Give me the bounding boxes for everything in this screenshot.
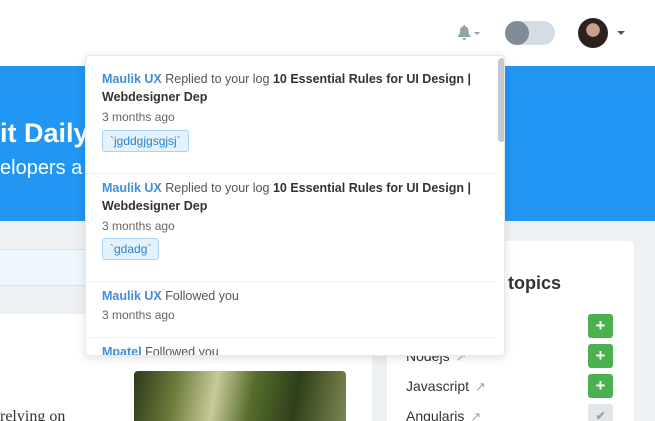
notification-tag[interactable]: `jgddgjgsgjsj` [102,130,189,152]
notification-text: Maulik UX Followed you [102,287,482,305]
hero-subtitle: elopers a [0,157,83,179]
notifications-button[interactable] [455,24,483,42]
notification-user[interactable]: Mpatel [102,345,142,355]
topic-name: Angularjs [406,408,465,421]
notification-item[interactable]: Maulik UX Followed you 3 months ago [86,282,496,338]
avatar[interactable] [578,18,608,48]
topic-name: Javascript [406,378,470,394]
article-snippet: relying on [0,408,66,421]
notification-user[interactable]: Maulik UX [102,181,162,195]
notifications-dropdown: Maulik UX Replied to your log 10 Essenti… [85,55,505,356]
theme-toggle[interactable] [505,21,555,45]
notification-text: Maulik UX Replied to your log 10 Essenti… [102,70,482,106]
notification-action: Followed you [145,345,219,356]
chevron-down-icon [474,32,480,35]
hero-title: it Daily [0,118,89,148]
notification-item[interactable]: Maulik UX Replied to your log 10 Essenti… [86,56,496,174]
followed-button[interactable]: ✔ [588,404,613,421]
notification-text: Mpatel Followed you [102,343,482,356]
notification-time: 3 months ago [102,219,175,233]
toggle-knob [505,21,529,45]
trending-title: topics [508,273,562,293]
topic-item[interactable]: Javascript ↗ [406,378,486,395]
follow-button[interactable]: + [588,314,613,338]
notification-user[interactable]: Maulik UX [102,72,162,86]
follow-button[interactable]: + [588,374,613,398]
scrollbar[interactable] [498,56,504,355]
article-image [134,371,346,421]
notification-text: Maulik UX Replied to your log 10 Essenti… [102,179,482,215]
bell-icon [458,25,480,40]
follow-button[interactable]: + [588,344,613,368]
notification-action: Followed you [165,289,239,303]
topic-item[interactable]: Angularjs ↗ [406,408,481,421]
trending-up-icon: ↗ [470,409,482,421]
notification-user[interactable]: Maulik UX [102,289,162,303]
notification-tag[interactable]: `gdadg` [102,238,160,260]
notification-item[interactable]: Maulik UX Replied to your log 10 Essenti… [86,174,496,282]
chevron-down-icon[interactable] [617,31,625,35]
notification-time: 3 months ago [102,308,175,322]
notification-time: 3 months ago [102,110,175,124]
notification-item[interactable]: Mpatel Followed you [86,338,496,356]
notification-action: Replied to your log [165,72,270,86]
scrollbar-thumb[interactable] [498,58,504,142]
trending-up-icon: ↗ [475,379,486,394]
notification-action: Replied to your log [165,181,270,195]
